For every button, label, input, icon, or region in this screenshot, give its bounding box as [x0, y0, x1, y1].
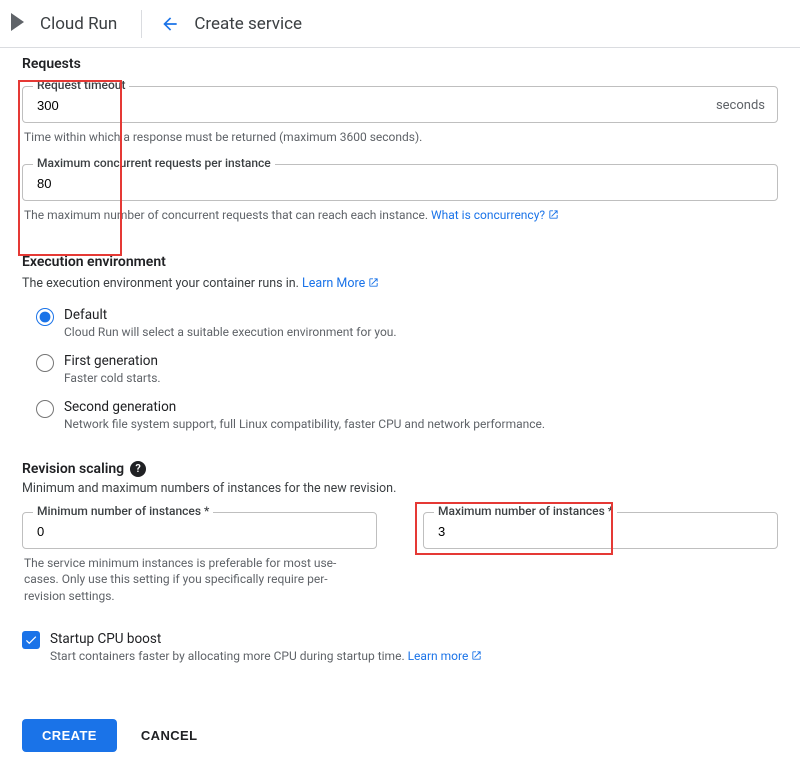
exec-env-option-default[interactable]: Default Cloud Run will select a suitable… [36, 307, 778, 339]
check-icon [24, 633, 38, 647]
scaling-heading: Revision scaling [22, 461, 124, 477]
cpu-boost-checkbox[interactable] [22, 631, 40, 649]
concurrency-helper: The maximum number of concurrent request… [24, 207, 776, 224]
max-instances-label: Maximum number of instances * [434, 504, 617, 518]
min-instances-field: Minimum number of instances * [22, 512, 377, 549]
max-instances-input[interactable] [436, 523, 765, 540]
product-name: Cloud Run [40, 14, 117, 34]
radio-first-gen[interactable] [36, 354, 54, 372]
request-timeout-field: Request timeout seconds [22, 86, 778, 123]
request-timeout-helper: Time within which a response must be ret… [24, 129, 776, 146]
cpu-boost-title: Startup CPU boost [50, 631, 482, 647]
external-link-icon [548, 209, 559, 220]
exec-env-option-second-gen[interactable]: Second generation Network file system su… [36, 399, 778, 431]
exec-env-option-first-gen[interactable]: First generation Faster cold starts. [36, 353, 778, 385]
exec-env-learn-link[interactable]: Learn More [302, 276, 379, 291]
radio-second-gen[interactable] [36, 400, 54, 418]
concurrency-label: Maximum concurrent requests per instance [33, 156, 275, 170]
exec-env-sub: The execution environment your container… [22, 276, 778, 291]
concurrency-learn-link[interactable]: What is concurrency? [431, 208, 559, 222]
radio-default[interactable] [36, 308, 54, 326]
divider [141, 10, 142, 38]
external-link-icon [471, 650, 482, 661]
product-logo: Cloud Run [8, 10, 133, 38]
arrow-left-icon [160, 14, 180, 34]
scaling-section: Revision scaling ? Minimum and maximum n… [22, 461, 778, 663]
request-timeout-input[interactable] [35, 97, 708, 114]
max-instances-field: Maximum number of instances * [423, 512, 778, 549]
cloud-run-icon [8, 10, 32, 38]
min-instances-input[interactable] [35, 523, 364, 540]
back-button[interactable] [152, 6, 188, 42]
exec-env-heading: Execution environment [22, 254, 778, 270]
page-title: Create service [194, 14, 302, 34]
requests-heading: Requests [22, 56, 778, 72]
cpu-boost-desc: Start containers faster by allocating mo… [50, 649, 482, 663]
help-icon[interactable]: ? [130, 461, 146, 477]
request-timeout-suffix: seconds [708, 98, 765, 113]
external-link-icon [368, 277, 379, 288]
create-button[interactable]: CREATE [22, 719, 117, 752]
min-instances-label: Minimum number of instances * [33, 504, 213, 518]
cpu-boost-learn-link[interactable]: Learn more [408, 649, 483, 663]
app-bar: Cloud Run Create service [0, 0, 800, 48]
requests-section: Requests Request timeout seconds Time wi… [22, 56, 778, 224]
cpu-boost-row[interactable]: Startup CPU boost Start containers faste… [22, 631, 778, 663]
cancel-button[interactable]: CANCEL [137, 719, 202, 752]
min-instances-helper: The service minimum instances is prefera… [24, 555, 344, 605]
request-timeout-label: Request timeout [33, 78, 129, 92]
exec-env-section: Execution environment The execution envi… [22, 254, 778, 431]
concurrency-input[interactable] [35, 175, 765, 192]
scaling-sub: Minimum and maximum numbers of instances… [22, 481, 778, 496]
button-bar: CREATE CANCEL [0, 709, 800, 766]
exec-env-radio-group: Default Cloud Run will select a suitable… [36, 307, 778, 431]
concurrency-field: Maximum concurrent requests per instance [22, 164, 778, 201]
